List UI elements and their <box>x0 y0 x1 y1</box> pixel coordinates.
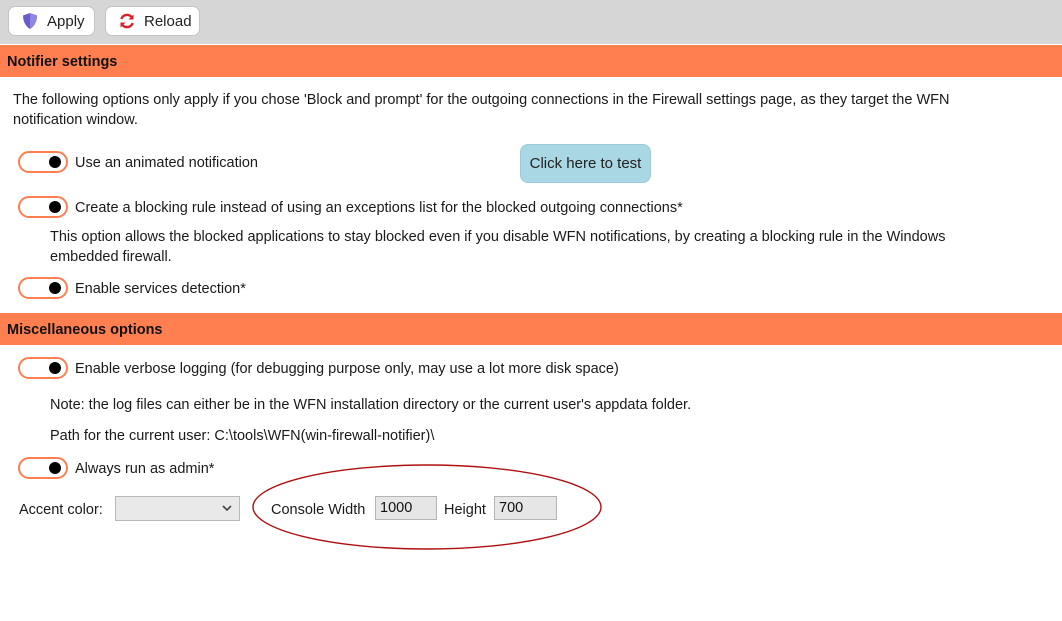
blocking-rule-label: Create a blocking rule instead of using … <box>75 200 683 216</box>
animated-notification-label: Use an animated notification <box>75 155 258 171</box>
apply-button[interactable]: Apply <box>8 6 95 36</box>
annotation-ellipse <box>252 464 602 550</box>
verbose-logging-toggle[interactable] <box>18 357 68 379</box>
run-as-admin-toggle[interactable] <box>18 457 68 479</box>
chevron-down-icon <box>221 501 233 519</box>
log-path-text: Path for the current user: C:\tools\WFN(… <box>50 428 435 444</box>
verbose-logging-label: Enable verbose logging (for debugging pu… <box>75 361 619 377</box>
accent-color-select[interactable] <box>115 496 240 521</box>
toggle-knob <box>49 156 61 168</box>
reload-label: Reload <box>144 12 192 30</box>
test-notification-button[interactable]: Click here to test <box>520 144 651 183</box>
toggle-knob <box>49 462 61 474</box>
apply-label: Apply <box>47 12 85 30</box>
services-detection-toggle[interactable] <box>18 277 68 299</box>
misc-options-header: Miscellaneous options <box>0 313 1062 345</box>
services-detection-label: Enable services detection* <box>75 281 246 297</box>
refresh-icon <box>118 12 136 30</box>
toggle-knob <box>49 201 61 213</box>
reload-button[interactable]: Reload <box>105 6 200 36</box>
blocking-rule-description: This option allows the blocked applicati… <box>50 229 946 265</box>
toggle-knob <box>49 282 61 294</box>
blocking-rule-toggle[interactable] <box>18 196 68 218</box>
toggle-knob <box>49 362 61 374</box>
notifier-settings-header: Notifier settings <box>0 45 1062 77</box>
shield-icon <box>21 12 39 30</box>
run-as-admin-label: Always run as admin* <box>75 461 215 477</box>
animated-notification-toggle[interactable] <box>18 151 68 173</box>
toolbar: Apply Reload <box>0 0 1062 44</box>
notifier-intro-text: The following options only apply if you … <box>13 92 950 128</box>
log-location-note: Note: the log files can either be in the… <box>50 397 692 413</box>
accent-color-label: Accent color: <box>19 502 103 518</box>
